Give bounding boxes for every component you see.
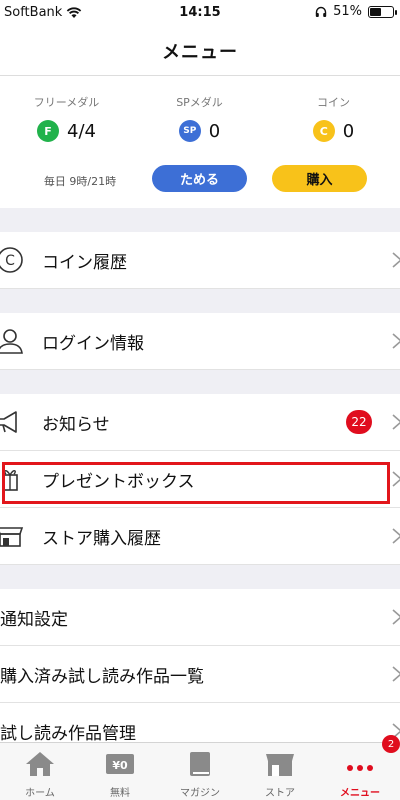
chevron-right-icon (392, 666, 400, 682)
tab-bar: ホーム ¥0 無料 マガジン ストア 2 メニュー (0, 735, 400, 800)
sp-medal-badge-icon: SP (178, 120, 201, 142)
menu-tab-badge: 2 (382, 735, 400, 753)
menu-label: ログイン情報 (42, 333, 144, 354)
book-icon (190, 752, 210, 776)
person-icon (0, 329, 23, 354)
free-medal-summary: フリーメダル F 4/4 (0, 94, 133, 142)
coin-history-icon: C (0, 247, 23, 273)
coin-summary: コイン C 0 (267, 94, 400, 142)
tab-label: 無料 (110, 788, 130, 799)
menu-label: お知らせ (42, 414, 110, 435)
medal-schedule: 毎日 9時/21時 (43, 175, 117, 188)
menu-item-notices[interactable]: お知らせ 22 (0, 394, 400, 451)
menu-label: 通知設定 (0, 609, 68, 630)
chevron-right-icon (392, 609, 400, 625)
megaphone-icon (0, 411, 17, 433)
menu-label: コイン履歴 (42, 252, 127, 273)
menu-item-purchased-trials[interactable]: 購入済み試し読み作品一覧 (0, 646, 400, 703)
tab-home[interactable]: ホーム (0, 743, 80, 800)
battery-percent: 51% (333, 4, 362, 19)
menu-item-store-history[interactable]: ストア購入履歴 (0, 508, 400, 565)
menu-item-notification-settings[interactable]: 通知設定 (0, 589, 400, 646)
store-icon (266, 754, 294, 776)
svg-text:C: C (5, 253, 15, 269)
tab-menu[interactable]: 2 メニュー (320, 735, 400, 800)
more-dots-icon (347, 765, 373, 771)
buy-coin-button[interactable]: 購入 (272, 165, 367, 192)
tab-magazine[interactable]: マガジン (160, 743, 240, 800)
storefront-icon (0, 527, 24, 547)
sp-medal-label: SPメダル (176, 96, 223, 109)
chevron-right-icon (392, 252, 400, 268)
free-ticket-icon: ¥0 (106, 754, 134, 774)
menu-item-login-info[interactable]: ログイン情報 (0, 313, 400, 370)
battery-level (370, 7, 382, 16)
notice-count-badge: 22 (346, 410, 372, 434)
tab-label: メニュー (340, 788, 380, 799)
menu-label: 試し読み作品管理 (0, 723, 136, 744)
tab-label: ストア (265, 788, 295, 799)
save-medal-button[interactable]: ためる (152, 165, 247, 192)
chevron-right-icon (392, 471, 400, 487)
page-title: メニュー (162, 41, 238, 63)
sp-medal-summary: SPメダル SP 0 (133, 94, 266, 142)
menu-item-coin-history[interactable]: C コイン履歴 (0, 232, 400, 289)
coin-label: コイン (317, 96, 350, 109)
menu-label: 購入済み試し読み作品一覧 (0, 666, 204, 687)
home-icon (26, 752, 54, 776)
status-bar: SoftBank 14:15 51% (0, 0, 400, 26)
tab-label: ホーム (25, 788, 55, 799)
wallet-panel: フリーメダル F 4/4 SPメダル SP 0 コイン C 0 毎日 9時/21… (0, 76, 400, 208)
chevron-right-icon (392, 333, 400, 349)
svg-text:¥0: ¥0 (112, 759, 128, 772)
coin-badge-icon: C (312, 120, 335, 142)
chevron-right-icon (392, 414, 400, 430)
free-medal-label: フリーメダル (33, 96, 100, 109)
menu-label: ストア購入履歴 (42, 528, 161, 549)
status-right: 51% (315, 4, 397, 19)
chevron-right-icon (392, 528, 400, 544)
free-medal-value: 4/4 (67, 120, 96, 142)
sp-medal-value: 0 (208, 120, 221, 142)
free-medal-badge-icon: F (37, 120, 60, 142)
header: メニュー (0, 26, 400, 76)
highlight-box (2, 462, 390, 504)
tab-label: マガジン (180, 788, 220, 799)
battery-icon (368, 5, 397, 18)
headphones-icon (315, 6, 327, 17)
coin-value: 0 (342, 120, 355, 142)
tab-store[interactable]: ストア (240, 743, 320, 800)
tab-free[interactable]: ¥0 無料 (80, 743, 160, 800)
